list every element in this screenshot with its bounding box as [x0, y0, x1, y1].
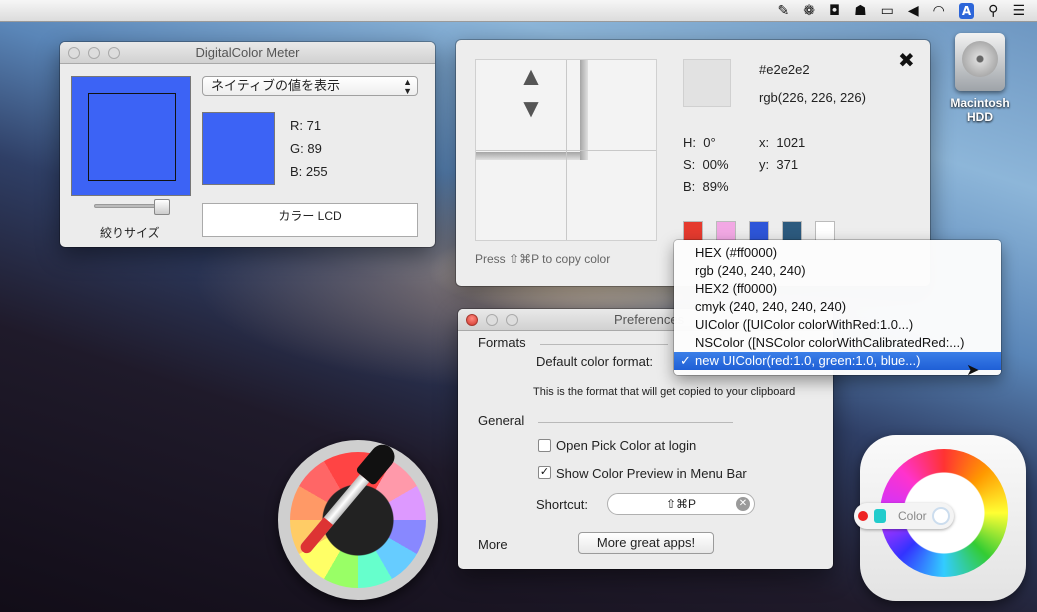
hdd-label: Macintosh HDD	[950, 96, 1010, 124]
list-icon[interactable]: ☰	[1012, 0, 1025, 22]
format-menu-item[interactable]: cmyk (240, 240, 240, 240)	[674, 298, 1001, 316]
format-menu-item[interactable]: NSColor ([NSColor colorWithCalibratedRed…	[674, 334, 1001, 352]
hard-drive-icon	[955, 33, 1005, 91]
color-preview	[683, 59, 731, 107]
history-swatch[interactable]	[782, 221, 802, 241]
general-heading: General	[478, 413, 525, 428]
search-icon[interactable]: ⚲	[988, 0, 998, 22]
format-menu-item-label: UIColor ([UIColor colorWithRed:1.0...)	[695, 317, 914, 332]
green-row: G: 89	[290, 141, 322, 156]
zoom-button[interactable]	[108, 47, 120, 59]
color-swatch	[202, 112, 275, 185]
open-at-login-label[interactable]: Open Pick Color at login	[556, 438, 696, 453]
red-row: R: 71	[290, 118, 322, 133]
copy-hint: Press ⇧⌘P to copy color	[475, 252, 611, 266]
hue-row: H: 0°	[683, 135, 716, 150]
rgb-value[interactable]: rgb(226, 226, 226)	[759, 90, 866, 105]
shortcut-field[interactable]: ⇧⌘P ✕	[607, 493, 755, 515]
brightness-row: B: 89%	[683, 179, 729, 194]
color-toggle-pill: Color	[854, 503, 954, 529]
color-label: Color	[898, 509, 927, 523]
digitalcolor-meter-app-icon[interactable]	[278, 440, 438, 600]
format-note: This is the format that will get copied …	[533, 386, 796, 398]
aperture-size-label: 絞りサイズ	[100, 226, 160, 240]
clear-icon[interactable]: ✕	[736, 497, 750, 511]
wifi-icon[interactable]: ◠	[933, 0, 945, 22]
format-menu-item-label: HEX2 (ff0000)	[695, 281, 778, 296]
volume-icon[interactable]: ◀	[908, 0, 919, 22]
zoom-button[interactable]	[506, 314, 518, 326]
pick-color-app-icon[interactable]: Color	[854, 435, 1026, 601]
history-swatch[interactable]	[683, 221, 703, 241]
shortcut-value: ⇧⌘P	[665, 497, 697, 511]
dcm-titlebar: DigitalColor Meter	[60, 42, 435, 64]
more-heading: More	[478, 537, 508, 552]
popup-arrows-icon: ▲ ▼	[403, 77, 412, 96]
green-value: 89	[307, 141, 322, 156]
saturation-row: S: 00%	[683, 157, 729, 172]
blue-value: 255	[305, 164, 328, 179]
format-menu-item-label: new UIColor(red:1.0, green:1.0, blue...)	[695, 353, 921, 368]
default-format-label: Default color format:	[536, 354, 654, 369]
format-menu-item-label: NSColor ([NSColor colorWithCalibratedRed…	[695, 335, 965, 350]
battery-icon[interactable]: ▭	[881, 0, 894, 22]
format-menu-item-label: HEX (#ff0000)	[695, 245, 778, 260]
y-row: y: 371	[759, 157, 799, 172]
minimize-button[interactable]	[486, 314, 498, 326]
format-menu-item[interactable]: ✓ new UIColor(red:1.0, green:1.0, blue...…	[674, 352, 1001, 370]
camera-icon[interactable]: ◘	[829, 0, 840, 22]
zoom-view: ▲ ▼	[475, 59, 657, 241]
history-swatch[interactable]	[815, 221, 835, 241]
paw-icon[interactable]: ❁	[803, 0, 815, 22]
hue-value: 0°	[703, 135, 716, 150]
format-menu-item[interactable]: HEX (#ff0000)	[674, 244, 1001, 262]
format-menu-item[interactable]: HEX2 (ff0000)	[674, 280, 1001, 298]
window-title: DigitalColor Meter	[195, 45, 300, 60]
aperture-box	[88, 93, 176, 181]
stepper-arrows-icon: ▲ ▼	[518, 61, 544, 123]
hat-icon[interactable]: ☗	[854, 0, 867, 22]
close-button[interactable]	[466, 314, 478, 326]
x-value: 1021	[776, 135, 806, 150]
y-value: 371	[776, 157, 799, 172]
digitalcolor-meter-window: DigitalColor Meter 絞りサイズ ネイティブの値を表示 ▲ ▼ R…	[60, 42, 435, 247]
display-profile-field: カラー LCD	[202, 203, 418, 237]
display-mode-popup[interactable]: ネイティブの値を表示 ▲ ▼	[202, 76, 418, 96]
display-mode-value: ネイティブの値を表示	[211, 78, 340, 93]
eyedropper-icon[interactable]: ✎	[778, 0, 790, 22]
magnifier-view	[71, 76, 191, 196]
shortcut-label: Shortcut:	[536, 497, 589, 512]
aperture-slider-thumb[interactable]	[154, 199, 170, 215]
hex-value[interactable]: #e2e2e2	[759, 62, 810, 77]
format-menu-item[interactable]: rgb (240, 240, 240)	[674, 262, 1001, 280]
mouse-pointer-icon: ➤	[966, 362, 980, 379]
x-row: x: 1021	[759, 135, 806, 150]
input-source-icon[interactable]: A	[958, 2, 975, 19]
minimize-button[interactable]	[88, 47, 100, 59]
close-icon[interactable]: ✖	[898, 48, 915, 73]
red-value: 71	[306, 118, 322, 133]
divider	[538, 422, 733, 423]
format-menu-item[interactable]: UIColor ([UIColor colorWithRed:1.0...)	[674, 316, 1001, 334]
formats-heading: Formats	[478, 335, 526, 350]
open-at-login-checkbox[interactable]	[538, 439, 551, 452]
history-swatch[interactable]	[716, 221, 736, 241]
desktop-hdd[interactable]: Macintosh HDD	[945, 33, 1015, 124]
saturation-value: 00%	[702, 157, 729, 172]
format-menu-item-label: rgb (240, 240, 240)	[695, 263, 806, 278]
blue-row: B: 255	[290, 164, 328, 179]
show-preview-label[interactable]: Show Color Preview in Menu Bar	[556, 466, 747, 481]
checkmark-icon: ✓	[680, 353, 691, 368]
divider	[540, 344, 668, 345]
close-button[interactable]	[68, 47, 80, 59]
history-swatch[interactable]	[749, 221, 769, 241]
format-menu-item-label: cmyk (240, 240, 240, 240)	[695, 299, 847, 314]
more-great-apps-button[interactable]: More great apps!	[578, 532, 714, 554]
show-preview-checkbox[interactable]: ✓	[538, 466, 551, 479]
brightness-value: 89%	[702, 179, 729, 194]
default-format-menu: HEX (#ff0000) rgb (240, 240, 240) HEX2 (ff…	[674, 240, 1001, 375]
menu-bar: ✎ ❁ ◘ ☗ ▭ ◀ ◠ A ⚲ ☰	[0, 0, 1037, 22]
